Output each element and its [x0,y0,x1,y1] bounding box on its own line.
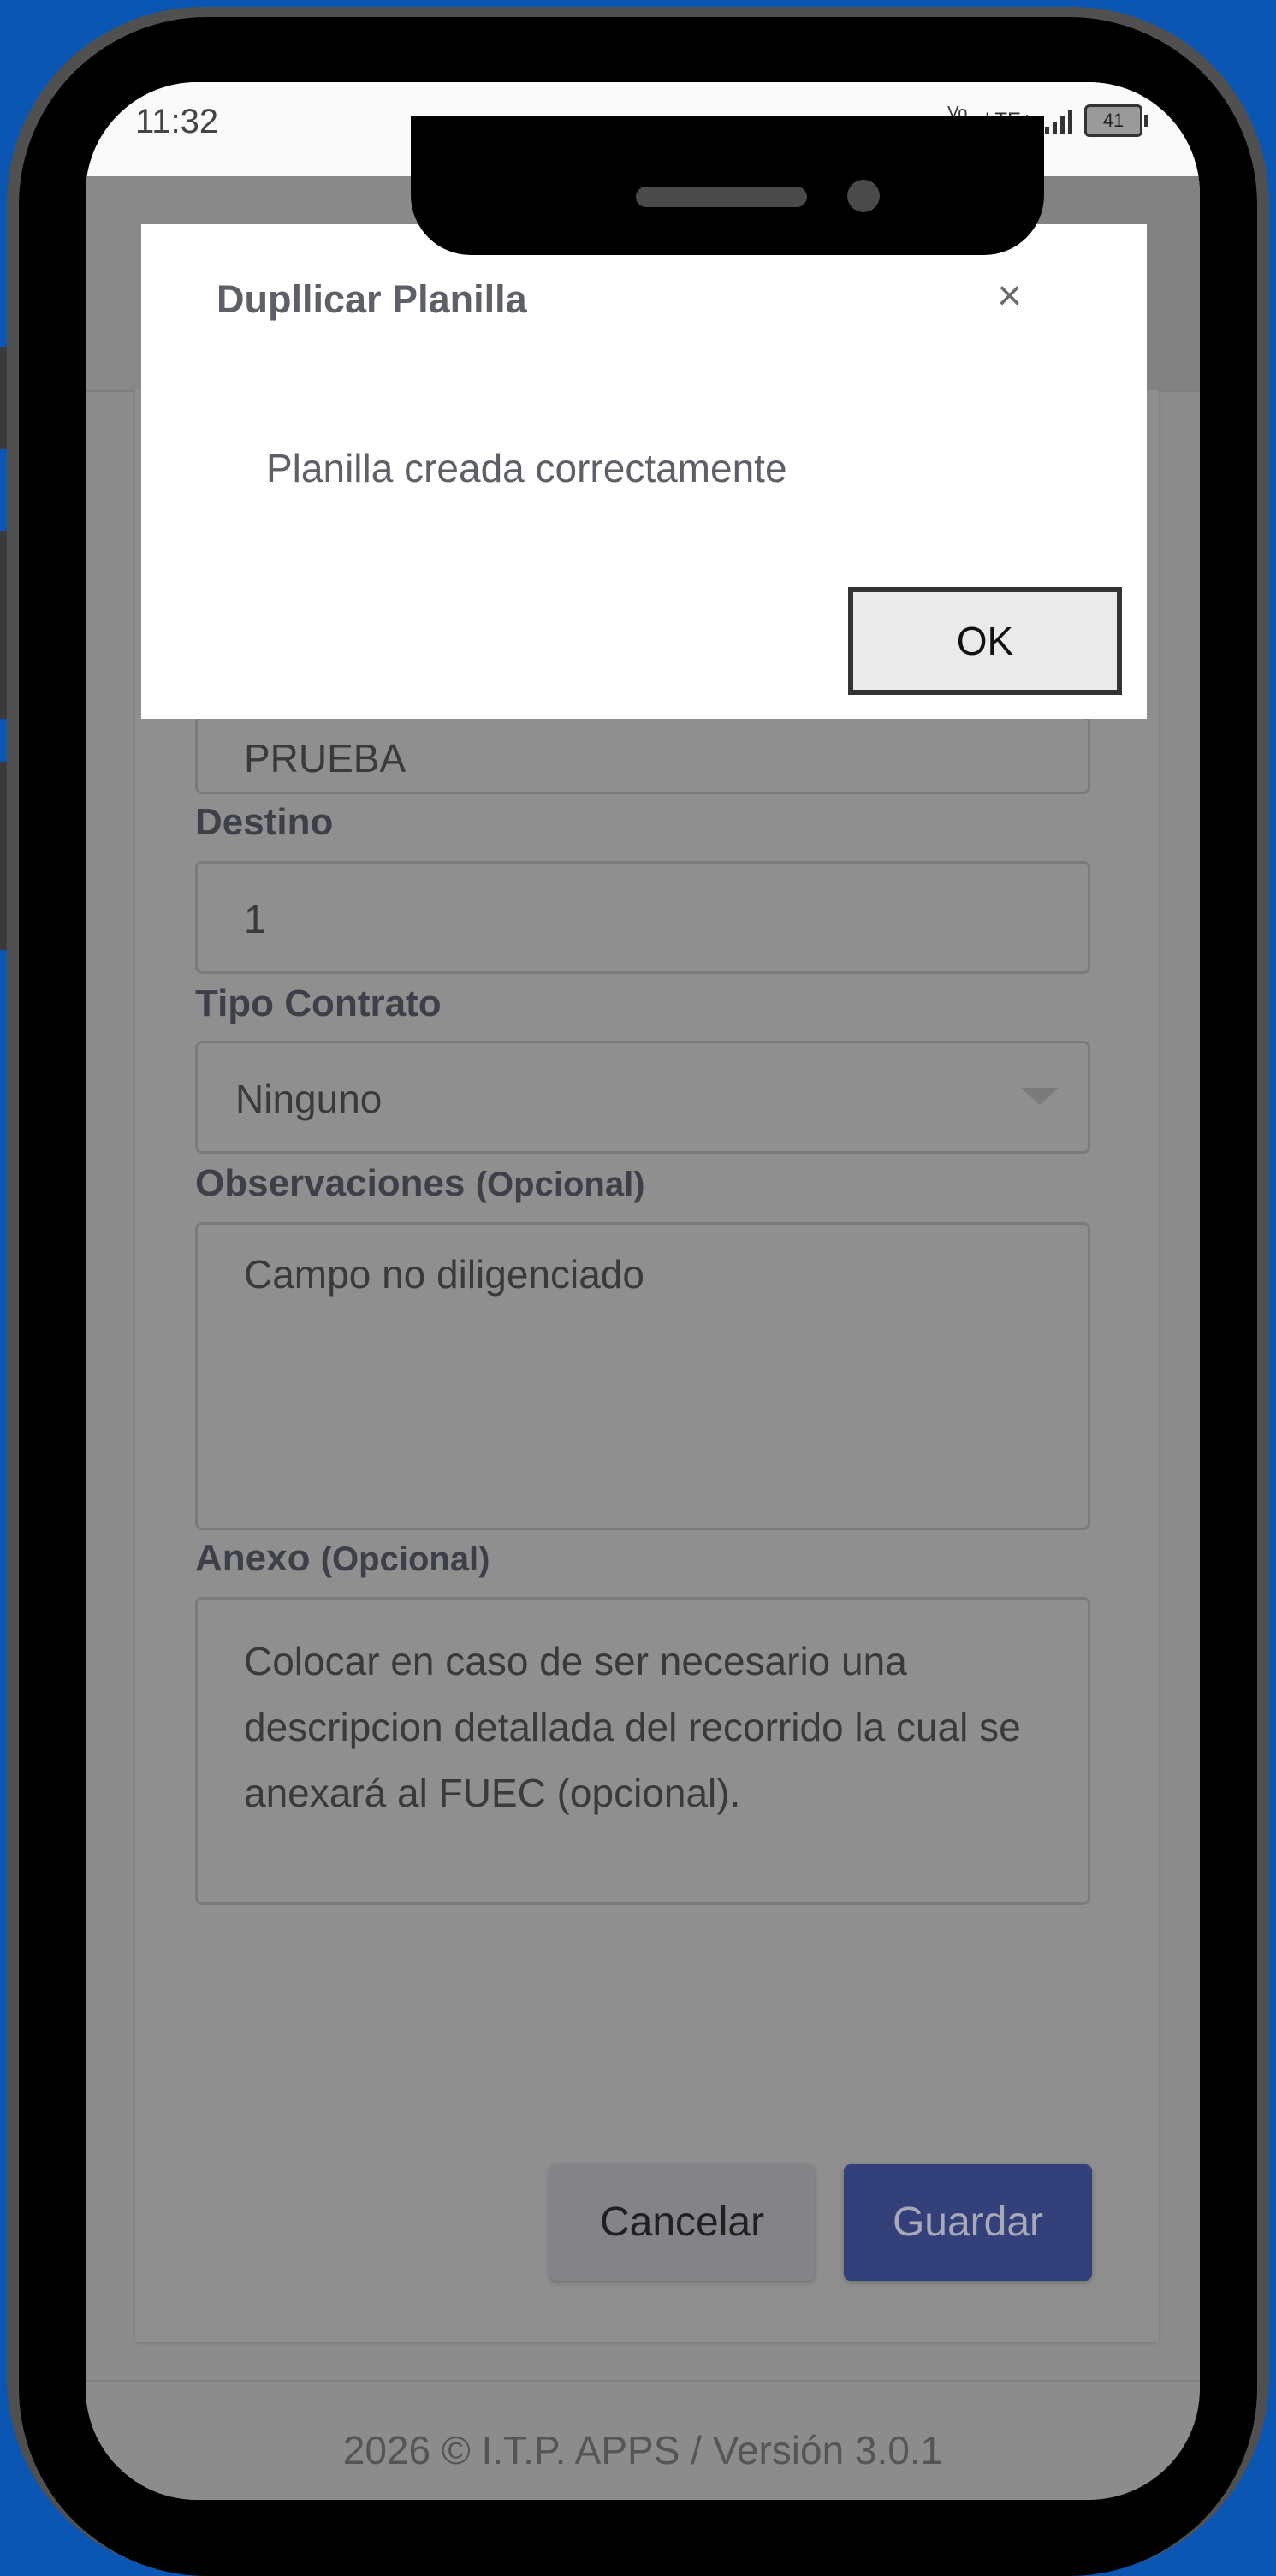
origen-field[interactable]: PRUEBA [195,715,1090,794]
footer-text: 2026 © I.T.P. APPS / Versión 3.0.1 [342,2428,943,2472]
destino-label: Destino [195,801,334,843]
tipo-contrato-label: Tipo Contrato [195,982,442,1024]
speaker-grille [636,187,807,207]
tipo-contrato-select[interactable]: Ninguno [195,1041,1090,1154]
anexo-textarea[interactable]: Colocar en caso de ser necesario una des… [195,1597,1090,1905]
success-dialog: Dupllicar Planilla × Planilla creada cor… [141,224,1147,719]
origen-value: PRUEBA [244,736,407,781]
anexo-label: Anexo (Opcional) [195,1537,490,1580]
close-icon[interactable]: × [997,274,1022,317]
battery-tip [1144,115,1148,127]
phone-screen: 11:32 Vo LTE LTE+ 41 PRUEBA Destino 1 Ti… [86,82,1200,2500]
dialog-title: Dupllicar Planilla [217,277,527,321]
save-button[interactable]: Guardar [844,2164,1092,2281]
anexo-label-text: Anexo [195,1537,311,1579]
battery-icon: 41 [1084,104,1148,137]
observaciones-label: Observaciones (Opcional) [195,1162,645,1205]
footer-divider [86,2380,1200,2382]
chevron-down-icon [1021,1088,1059,1105]
signal-icon [1045,108,1072,134]
optional-tag: (Opcional) [475,1166,645,1203]
observaciones-textarea[interactable]: Campo no diligenciado [195,1222,1090,1530]
anexo-placeholder: Colocar en caso de ser necesario una des… [244,1639,1021,1815]
tipo-contrato-value: Ninguno [235,1077,383,1121]
battery-level: 41 [1084,104,1142,137]
ok-button[interactable]: OK [848,587,1122,695]
optional-tag: (Opcional) [320,1540,490,1578]
front-camera [847,180,880,212]
observaciones-value: Campo no diligenciado [244,1252,644,1297]
dialog-message: Planilla creada correctamente [266,446,787,490]
cancel-button[interactable]: Cancelar [549,2164,815,2281]
phone-notch [411,116,1044,255]
status-time: 11:32 [135,103,219,140]
observaciones-label-text: Observaciones [195,1162,466,1204]
destino-value: 1 [244,897,266,941]
destino-field[interactable]: 1 [195,861,1090,974]
